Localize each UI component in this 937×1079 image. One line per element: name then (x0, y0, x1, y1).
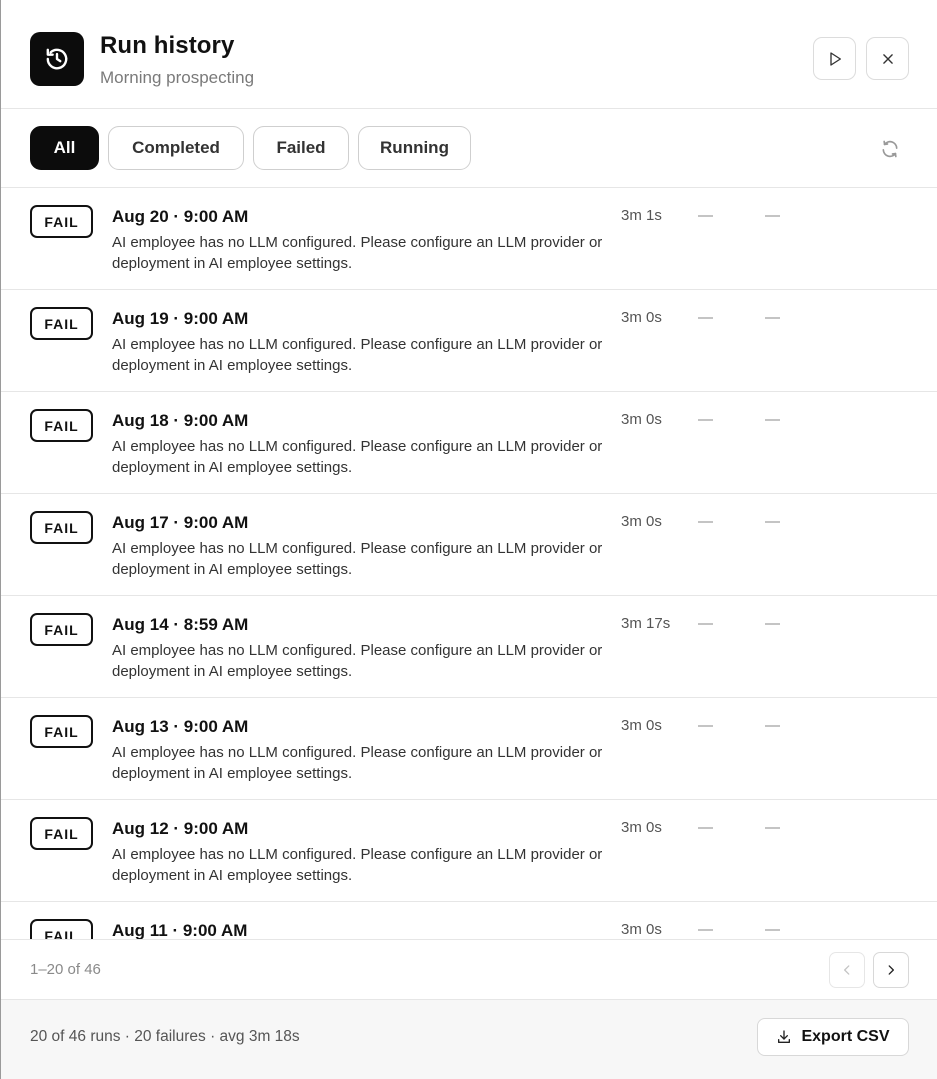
tab-failed[interactable]: Failed (253, 126, 349, 170)
chevron-right-icon (888, 965, 894, 975)
run-duration: 3m 0s (621, 309, 662, 326)
run-error-message: AI employee has no LLM configured. Pleas… (112, 540, 603, 578)
runs-summary: 20 of 46 runs · 20 failures · avg 3m 18s (30, 1028, 300, 1045)
chevron-left-icon (844, 965, 850, 975)
next-page-button[interactable] (873, 952, 909, 988)
run-empty-value: — (765, 207, 780, 224)
run-row[interactable]: FAIL Aug 13 · 9:00 AM AI employee has no… (1, 698, 937, 800)
refresh-button[interactable] (875, 134, 905, 164)
status-badge: FAIL (30, 511, 93, 544)
run-empty-value: — (698, 309, 713, 326)
run-date: Aug 11 · 9:00 AM (112, 921, 248, 939)
run-empty-value: — (765, 921, 780, 938)
close-icon (882, 53, 893, 64)
export-csv-button[interactable]: Export CSV (757, 1018, 909, 1056)
page-title: Run history (100, 32, 235, 59)
status-badge: FAIL (30, 307, 93, 340)
run-empty-value: — (765, 717, 780, 734)
run-error-message: AI employee has no LLM configured. Pleas… (112, 744, 603, 782)
run-row[interactable]: FAIL Aug 20 · 9:00 AM AI employee has no… (1, 188, 937, 290)
run-error-message: AI employee has no LLM configured. Pleas… (112, 336, 603, 374)
download-icon (778, 1030, 791, 1043)
run-empty-value: — (698, 819, 713, 836)
status-filter-tabs: All Completed Failed Running (1, 109, 937, 188)
status-badge: FAIL (30, 919, 93, 939)
panel-footer: 20 of 46 runs · 20 failures · avg 3m 18s… (1, 1000, 937, 1079)
history-icon (30, 32, 84, 86)
panel-header: Run history Morning prospecting (1, 0, 937, 109)
status-badge: FAIL (30, 715, 93, 748)
run-empty-value: — (698, 717, 713, 734)
close-button[interactable] (866, 37, 909, 80)
run-error-message: AI employee has no LLM configured. Pleas… (112, 438, 603, 476)
run-empty-value: — (765, 309, 780, 326)
run-history-panel: Run history Morning prospecting All Comp… (0, 0, 937, 1079)
run-row[interactable]: FAIL Aug 17 · 9:00 AM AI employee has no… (1, 494, 937, 596)
run-duration: 3m 1s (621, 207, 662, 224)
play-icon (829, 51, 841, 66)
run-error-message: AI employee has no LLM configured. Pleas… (112, 642, 603, 680)
run-date: Aug 18 · 9:00 AM (112, 411, 249, 430)
run-row[interactable]: FAIL Aug 19 · 9:00 AM AI employee has no… (1, 290, 937, 392)
run-duration: 3m 0s (621, 411, 662, 428)
run-empty-value: — (765, 615, 780, 632)
pagination-range: 1–20 of 46 (30, 961, 101, 978)
run-duration: 3m 0s (621, 921, 662, 938)
run-row[interactable]: FAIL Aug 14 · 8:59 AM AI employee has no… (1, 596, 937, 698)
run-date: Aug 19 · 9:00 AM (112, 309, 249, 328)
page-subtitle: Morning prospecting (100, 68, 255, 87)
run-empty-value: — (698, 513, 713, 530)
run-date: Aug 14 · 8:59 AM (112, 615, 249, 634)
status-badge: FAIL (30, 613, 93, 646)
run-duration: 3m 17s (621, 615, 671, 632)
run-empty-value: — (698, 921, 713, 938)
run-row[interactable]: FAIL Aug 11 · 9:00 AM 3m 0s — — (1, 902, 937, 939)
run-empty-value: — (765, 411, 780, 428)
run-empty-value: — (698, 411, 713, 428)
refresh-icon (882, 140, 898, 158)
status-badge: FAIL (30, 409, 93, 442)
run-row[interactable]: FAIL Aug 18 · 9:00 AM AI employee has no… (1, 392, 937, 494)
status-badge: FAIL (30, 205, 93, 238)
run-date: Aug 12 · 9:00 AM (112, 819, 249, 838)
run-empty-value: — (698, 207, 713, 224)
tab-all[interactable]: All (30, 126, 99, 170)
previous-page-button[interactable] (829, 952, 865, 988)
run-row[interactable]: FAIL Aug 12 · 9:00 AM AI employee has no… (1, 800, 937, 902)
run-duration: 3m 0s (621, 717, 662, 734)
run-empty-value: — (698, 615, 713, 632)
pagination: 1–20 of 46 (1, 939, 937, 1000)
run-empty-value: — (765, 819, 780, 836)
status-badge: FAIL (30, 817, 93, 850)
tab-running[interactable]: Running (358, 126, 471, 170)
run-date: Aug 13 · 9:00 AM (112, 717, 249, 736)
tab-completed[interactable]: Completed (108, 126, 244, 170)
run-error-message: AI employee has no LLM configured. Pleas… (112, 234, 603, 272)
run-date: Aug 17 · 9:00 AM (112, 513, 249, 532)
export-csv-label: Export CSV (801, 1028, 890, 1045)
run-date: Aug 20 · 9:00 AM (112, 207, 249, 226)
run-error-message: AI employee has no LLM configured. Pleas… (112, 846, 603, 884)
run-empty-value: — (765, 513, 780, 530)
run-duration: 3m 0s (621, 513, 662, 530)
run-duration: 3m 0s (621, 819, 662, 836)
run-now-button[interactable] (813, 37, 856, 80)
run-list: FAIL Aug 20 · 9:00 AM AI employee has no… (1, 188, 937, 939)
